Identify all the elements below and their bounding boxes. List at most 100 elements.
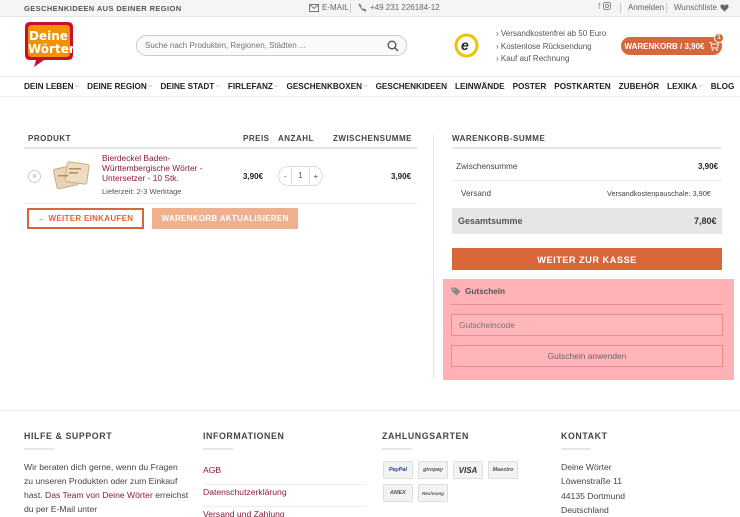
nav-item-zubehör[interactable]: ZUBEHÖR (619, 82, 659, 91)
search-box (136, 35, 407, 56)
product-thumbnail[interactable] (52, 158, 92, 194)
heart-icon (720, 3, 729, 12)
facebook-icon[interactable]: f (598, 2, 600, 11)
coupon-title: Gutschein (451, 287, 505, 296)
logo[interactable]: Deine Wörter (24, 21, 75, 67)
contact-line: Löwenstraße 11 (561, 476, 622, 487)
nav-item-lexika[interactable]: LEXIKA ⌵ (667, 82, 703, 91)
chevron-down-icon: ⌵ (363, 83, 368, 89)
item-subtotal: 3,90€ (391, 172, 412, 181)
coaster-image (53, 161, 90, 190)
divider (451, 304, 723, 305)
wishlist-label: Wunschliste (674, 3, 717, 12)
footer-heading-contact: KONTAKT (561, 431, 608, 441)
nav-item-dein-leben[interactable]: DEIN LEBEN ⌵ (24, 82, 79, 91)
shipping-value: Versandkostenpauschale: 3,90€ (607, 189, 711, 198)
nav-item-geschenkideen[interactable]: GESCHENKIDEEN (376, 82, 447, 91)
giropay-logo: giropay (418, 461, 448, 479)
product-name-link[interactable]: Bierdeckel Baden-Württembergische Wörter… (102, 153, 230, 183)
tagline: GESCHENKIDEEN AUS DEINER REGION (24, 4, 182, 13)
divider (620, 3, 621, 13)
chevron-down-icon: ⌵ (215, 83, 220, 89)
item-price: 3,90€ (243, 172, 264, 181)
chevron-down-icon: ⌵ (74, 83, 80, 89)
email-link[interactable]: E-MAIL (309, 3, 349, 12)
qty-decrement-button[interactable]: - (279, 172, 291, 181)
top-bar: GESCHENKIDEEN AUS DEINER REGION E-MAIL +… (0, 0, 740, 17)
nav-item-poster[interactable]: POSTER (513, 82, 547, 91)
paypal-logo: PayPal (383, 461, 413, 479)
apply-coupon-button[interactable]: Gutschein anwenden (451, 345, 723, 367)
col-header-subtotal: ZWISCHENSUMME (333, 134, 412, 143)
divider (203, 448, 233, 450)
email-label: E-MAIL (322, 3, 349, 12)
cart-label: WARENKORB / 3,90€ (624, 41, 705, 51)
trusted-shops-badge[interactable]: e (454, 33, 479, 58)
nav-item-postkarten[interactable]: POSTKARTEN (554, 82, 610, 91)
nav-item-leinwände[interactable]: LEINWÄNDE (455, 82, 505, 91)
divider (24, 147, 417, 149)
nav-item-firlefanz[interactable]: FIRLEFANZ ⌵ (228, 82, 279, 91)
main-nav: DEIN LEBEN ⌵ DEINE REGION ⌵ DEINE STADT ⌵ FIRL… (0, 76, 740, 97)
cart-count-badge: 1 (714, 33, 724, 43)
divider (433, 134, 434, 379)
divider (382, 448, 412, 450)
col-header-price: PREIS (243, 134, 270, 143)
phone-link[interactable]: +49 231 226184-12 (358, 3, 440, 12)
footer-heading-info: INFORMATIONEN (203, 431, 285, 441)
nav-item-blog[interactable]: BLOG (711, 82, 735, 91)
footer-link-agb[interactable]: AGB (203, 463, 366, 485)
usp-item: › Kostenlose Rücksendung (496, 41, 592, 51)
chevron-down-icon: ⌵ (698, 83, 703, 89)
tag-icon (451, 287, 461, 296)
qty-increment-button[interactable]: + (310, 172, 322, 181)
instagram-icon[interactable] (603, 2, 612, 10)
remove-item-button[interactable]: × (28, 170, 41, 183)
login-link[interactable]: Anmelden (628, 3, 664, 12)
update-cart-button[interactable]: WARENKORB AKTUALISIEREN (152, 208, 298, 229)
subtotal-value: 3,90€ (698, 162, 719, 171)
search-icon[interactable] (387, 40, 399, 52)
total-label: Gesamtsumme (458, 216, 523, 226)
divider (666, 3, 667, 13)
team-link[interactable]: Das Team von Deine Wörter (45, 490, 153, 500)
col-header-product: PRODUKT (28, 134, 72, 143)
subtotal-label: Zwischensumme (456, 162, 518, 171)
qty-input[interactable]: 1 (291, 167, 310, 185)
search-input[interactable] (137, 36, 367, 55)
social-links: f (598, 2, 612, 11)
delivery-time: Lieferzeit: 2-3 Werktage (102, 187, 182, 196)
divider (24, 203, 417, 204)
phone-icon (358, 3, 367, 12)
footer-link-shipping[interactable]: Versand und Zahlung (203, 507, 366, 517)
visa-logo: VISA (453, 461, 483, 479)
coupon-code-input[interactable] (451, 314, 723, 336)
maestro-logo: Maestro (488, 461, 518, 479)
footer-heading-payment: ZAHLUNGSARTEN (382, 431, 469, 441)
coupon-title-text: Gutschein (465, 287, 506, 296)
nav-item-deine-stadt[interactable]: DEINE STADT ⌵ (160, 82, 220, 91)
divider (561, 448, 591, 450)
mail-icon (309, 3, 319, 12)
nav-list: DEIN LEBEN ⌵ DEINE REGION ⌵ DEINE STADT ⌵ FIRL… (24, 82, 740, 91)
nav-item-deine-region[interactable]: DEINE REGION ⌵ (87, 82, 152, 91)
nav-item-geschenkboxen[interactable]: GESCHENKBOXEN ⌵ (286, 82, 367, 91)
shipping-label: Versand (461, 189, 492, 198)
contact-address: Deine Wörter Löwenstraße 11 44135 Dortmu… (561, 460, 625, 517)
help-text: Wir beraten dich gerne, wenn du Fragen z… (24, 462, 189, 514)
wishlist-link[interactable]: Wunschliste (674, 3, 729, 12)
usp-item: › Versandkostenfrei ab 50 Euro (496, 29, 607, 38)
contact-line: 44135 Dortmund (561, 490, 626, 501)
amex-logo: AMEX (383, 484, 413, 502)
logo-text-2: Wörter (28, 42, 75, 56)
continue-shopping-button[interactable]: ← WEITER EINKAUFEN (27, 208, 144, 229)
trust-seal-letter: e (461, 37, 469, 53)
cart-button[interactable]: WARENKORB / 3,90€ (621, 37, 722, 55)
payment-logos: PayPal giropay VISA Maestro AMEX Rechnun… (383, 461, 543, 502)
footer-heading-help: HILFE & SUPPORT (24, 431, 113, 441)
quantity-stepper: - 1 + (278, 166, 323, 186)
contact-line: Deine Wörter (561, 462, 612, 472)
divider (452, 147, 722, 149)
footer-link-privacy[interactable]: Datenschutzerklärung (203, 485, 366, 507)
checkout-button[interactable]: WEITER ZUR KASSE (452, 248, 722, 270)
